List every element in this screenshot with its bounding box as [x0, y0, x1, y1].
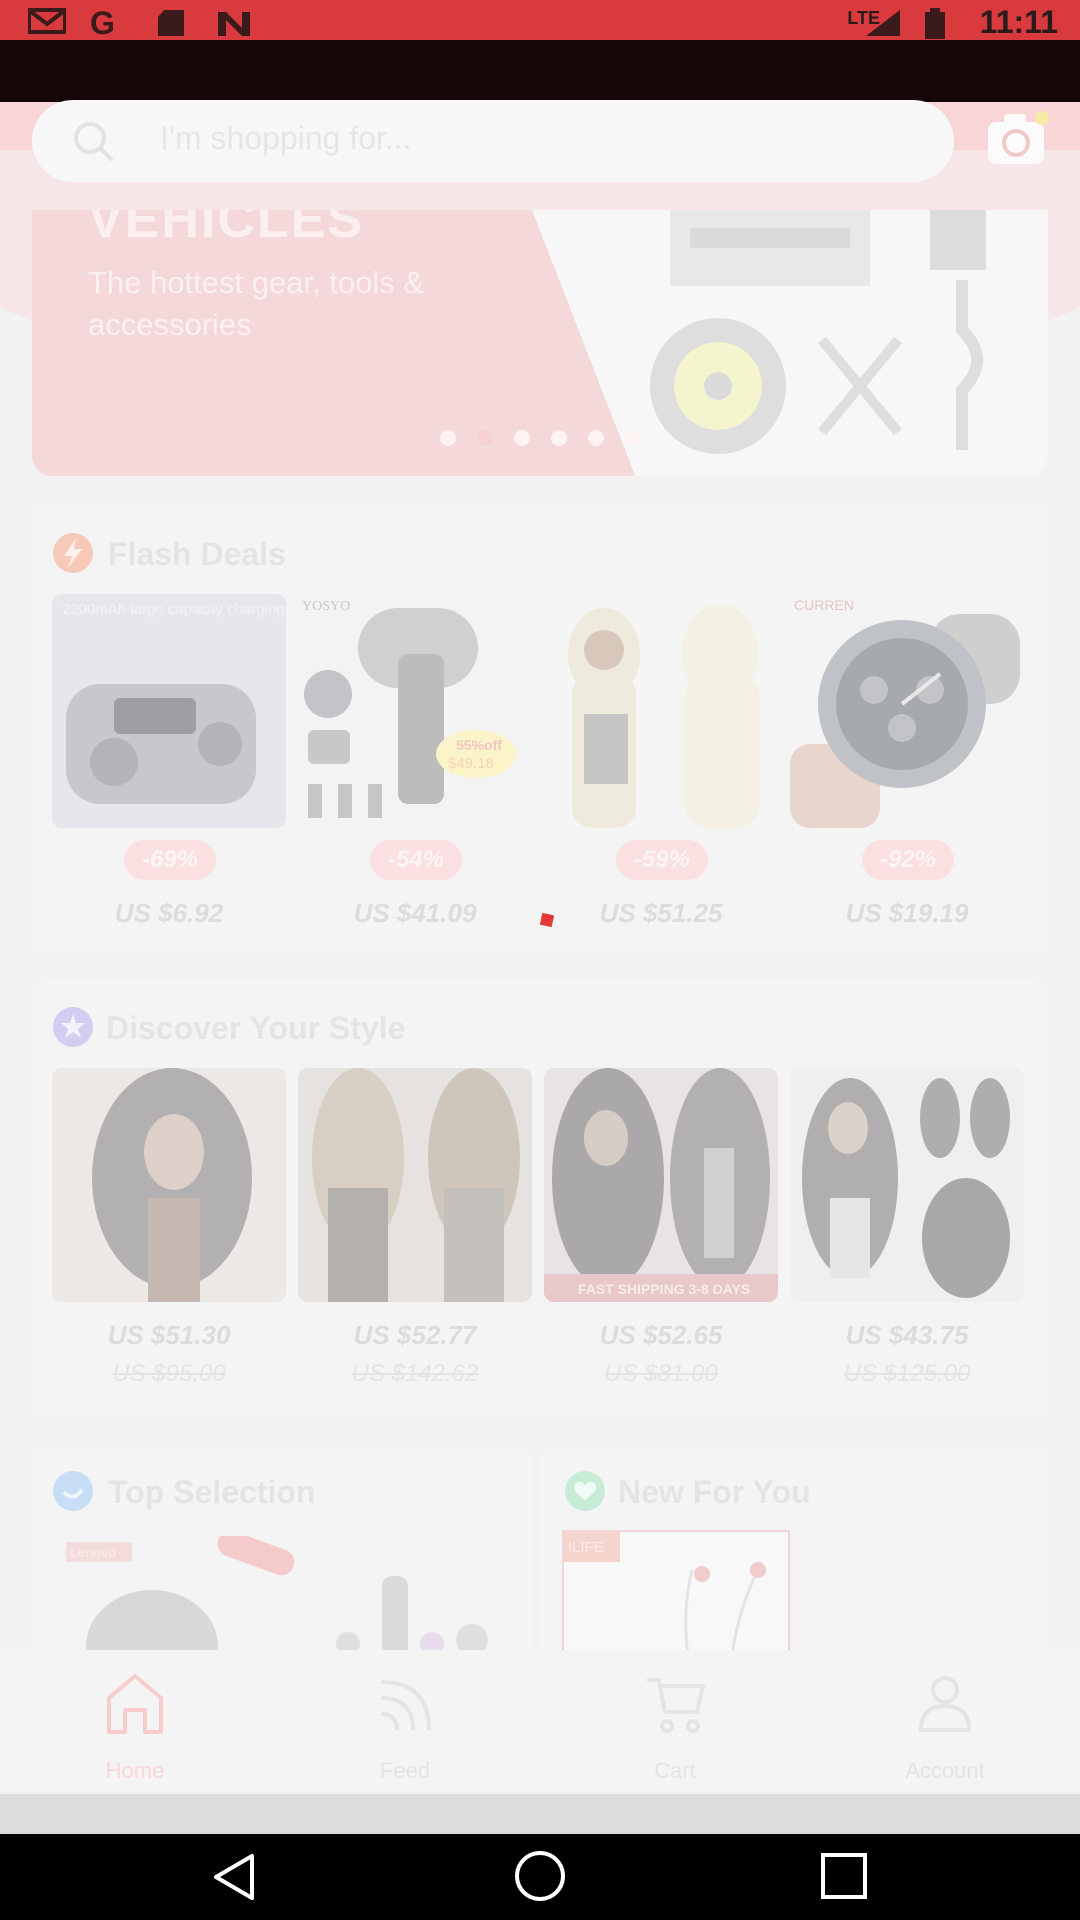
- flash-deals-card: Flash Deals 2200mAh large capacity charg…: [32, 504, 1048, 954]
- system-navigation-bar: [0, 1834, 1080, 1920]
- wig-image: [544, 594, 778, 828]
- product-price: US $52.65: [599, 1320, 723, 1350]
- sticker-discount: 55%off: [456, 737, 502, 753]
- heart-icon: [565, 1471, 605, 1511]
- loading-indicator: [539, 912, 555, 928]
- vehicle-parts-illustration: [650, 210, 986, 454]
- nav-cart[interactable]: Cart: [540, 1650, 810, 1792]
- product-image[interactable]: 2200mAh large capacity charging box: [52, 594, 286, 828]
- product-image[interactable]: [298, 1068, 532, 1302]
- discount-badge: -69%: [124, 840, 216, 880]
- body-wave-bundle-image: [790, 1068, 1024, 1302]
- nav-label: Feed: [379, 1758, 431, 1783]
- product-caption: 2200mAh large capacity charging box: [62, 601, 286, 618]
- product-caption: CURREN: [794, 597, 854, 613]
- top-selection-title: Top Selection: [108, 1474, 316, 1510]
- sparkle-icon: [53, 1007, 93, 1047]
- top-selection-image: Lenovo: [66, 1536, 488, 1656]
- back-icon[interactable]: [210, 1852, 260, 1902]
- search-placeholder: I'm shopping for...: [160, 120, 412, 156]
- deep-wave-wig-image: FAST SHIPPING 3-8 DAYS: [544, 1068, 778, 1302]
- pagination-dot-active[interactable]: [477, 430, 493, 446]
- sticker-price: $49.18: [448, 755, 494, 772]
- clock: 11:11: [979, 4, 1058, 40]
- google-icon: G: [90, 8, 115, 38]
- bottom-navigation: Home Feed Cart Account: [0, 1650, 1080, 1792]
- pagination-dot[interactable]: [588, 430, 604, 446]
- watch-image: CURREN: [790, 594, 1024, 828]
- pagination-dot[interactable]: [440, 430, 456, 446]
- n-app-icon: [218, 12, 250, 36]
- top-selection-card[interactable]: Top Selection Lenovo: [32, 1446, 532, 1656]
- product-image[interactable]: [544, 594, 778, 828]
- discount-badge: -92%: [862, 840, 954, 880]
- discover-style-title: Discover Your Style: [106, 1010, 406, 1046]
- brand-label: Lenovo: [70, 1544, 116, 1560]
- sd-card-icon: [158, 10, 184, 36]
- product-price: US $6.92: [114, 898, 224, 928]
- feed-icon: [380, 1680, 431, 1731]
- product-price: US $19.19: [845, 898, 969, 928]
- original-price: US $81.00: [604, 1360, 718, 1387]
- home-icon: [107, 1674, 163, 1734]
- new-for-you-image: ILIFE: [562, 1530, 790, 1656]
- banner-image: [532, 210, 1048, 476]
- promo-banner[interactable]: VEHICLES The hottest gear, tools & acces…: [32, 210, 1048, 476]
- pagination-dot[interactable]: [514, 430, 530, 446]
- product-price: US $51.30: [107, 1320, 231, 1350]
- status-bar: G LTE 11:11: [0, 0, 1080, 40]
- flash-deals-title: Flash Deals: [108, 536, 286, 572]
- original-price: US $142.62: [351, 1360, 479, 1387]
- product-price: US $51.25: [599, 898, 723, 928]
- nav-account[interactable]: Account: [810, 1650, 1080, 1792]
- home-button-icon[interactable]: [514, 1850, 566, 1902]
- original-price: US $125.00: [843, 1360, 971, 1387]
- product-image[interactable]: CURREN: [790, 594, 1024, 828]
- massage-gun-image: YOSYO 55%off $49.18: [298, 594, 532, 828]
- nav-label: Account: [905, 1758, 985, 1783]
- product-price: US $43.75: [845, 1320, 969, 1350]
- product-image[interactable]: [52, 1068, 286, 1302]
- shipping-ribbon: FAST SHIPPING 3-8 DAYS: [578, 1281, 750, 1297]
- product-image[interactable]: [790, 1068, 1024, 1302]
- curly-wig-image: [52, 1068, 286, 1302]
- new-for-you-title: New For You: [618, 1474, 811, 1510]
- highlight-wig-image: [298, 1068, 532, 1302]
- app-top-strip: [0, 40, 1080, 102]
- banner-title: VEHICLES: [88, 210, 365, 249]
- pagination-dot[interactable]: [551, 430, 567, 446]
- pagination-dot[interactable]: [625, 430, 641, 446]
- cart-icon: [647, 1678, 705, 1733]
- nav-label: Home: [105, 1758, 165, 1783]
- new-for-you-card[interactable]: New For You ILIFE: [540, 1446, 1048, 1656]
- gmail-icon: [28, 8, 66, 34]
- search-input[interactable]: I'm shopping for...: [32, 100, 954, 182]
- product-caption: YOSYO: [302, 599, 350, 614]
- discount-badge: -59%: [616, 840, 708, 880]
- nav-feed[interactable]: Feed: [270, 1650, 540, 1792]
- original-price: US $95.00: [112, 1360, 226, 1387]
- camera-icon[interactable]: [986, 110, 1050, 170]
- svg-text:G: G: [90, 8, 115, 38]
- nav-label: Cart: [654, 1758, 696, 1783]
- discover-style-card: Discover Your Style FAST SHIPPING 3-8 DA…: [32, 980, 1048, 1416]
- product-image[interactable]: YOSYO 55%off $49.18: [298, 594, 532, 828]
- earbuds-image: 2200mAh large capacity charging box: [52, 594, 286, 828]
- bottom-divider: [0, 1794, 1080, 1834]
- product-image[interactable]: FAST SHIPPING 3-8 DAYS: [544, 1068, 778, 1302]
- recents-icon[interactable]: [820, 1852, 868, 1900]
- flash-icon: [53, 533, 93, 573]
- account-icon: [919, 1676, 971, 1732]
- search-icon: [74, 122, 114, 162]
- discount-badge: -54%: [370, 840, 462, 880]
- banner-subtitle: The hottest gear, tools & accessories: [88, 265, 425, 342]
- brand-label: ILIFE: [568, 1539, 604, 1556]
- battery-icon: [925, 8, 945, 39]
- product-price: US $52.77: [353, 1320, 477, 1350]
- product-price: US $41.09: [353, 898, 477, 928]
- signal-icon: [866, 10, 900, 36]
- nav-home[interactable]: Home: [0, 1650, 270, 1792]
- badge-check-icon: [53, 1471, 93, 1511]
